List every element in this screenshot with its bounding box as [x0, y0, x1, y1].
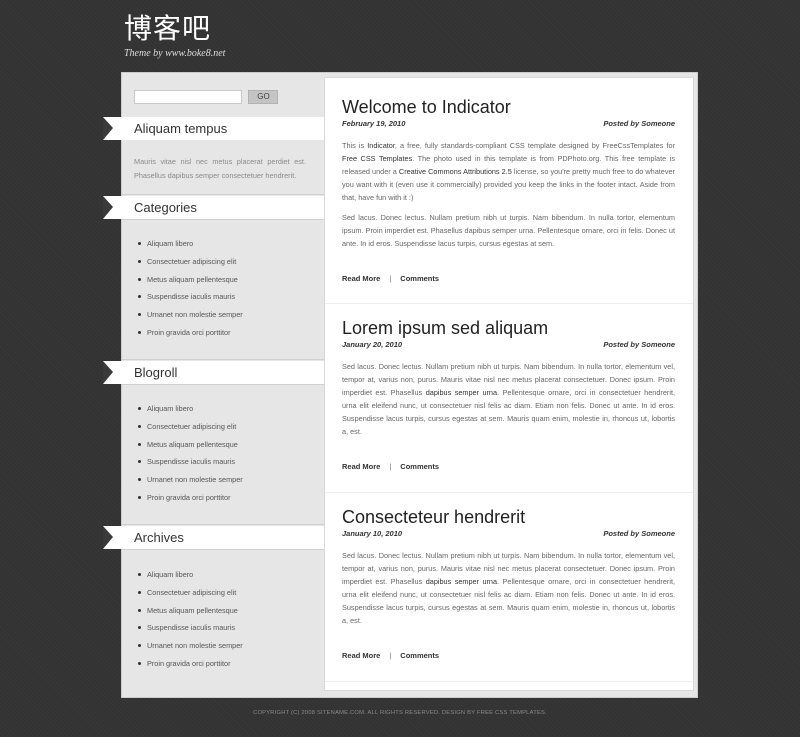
post-paragraph: This is Indicator, a free, fully standar…	[342, 139, 675, 204]
widget-title-blogroll: Blogroll	[103, 361, 324, 384]
post-links: Read More | Comments	[342, 274, 439, 283]
widget-title-about: Aliquam tempus	[103, 117, 324, 140]
category-link[interactable]: Aliquam libero	[138, 239, 243, 257]
post: Welcome to Indicator February 19, 2010 P…	[342, 96, 675, 283]
blogroll-link[interactable]: Proin gravida orci porttitor	[138, 493, 243, 511]
strong-text: Indicator	[367, 141, 395, 150]
categories-list: Aliquam libero Consectetuer adipiscing e…	[138, 239, 243, 346]
category-link[interactable]: Urnanet non molestie semper	[138, 310, 243, 328]
widget-title-archives: Archives	[103, 526, 324, 549]
blogroll-link[interactable]: Consectetuer adipiscing elit	[138, 422, 243, 440]
post-divider	[325, 681, 693, 682]
archives-list: Aliquam libero Consectetuer adipiscing e…	[138, 570, 243, 677]
link-separator: |	[389, 274, 392, 283]
link-separator: |	[389, 651, 392, 660]
text: , a free, fully standards-compliant CSS …	[394, 141, 676, 150]
page-container: GO Aliquam tempus Mauris vitae nisl nec …	[103, 72, 698, 698]
tab-notch	[103, 526, 113, 549]
post-divider	[325, 303, 693, 304]
post-meta: January 20, 2010 Posted by Someone	[342, 340, 675, 352]
site-title[interactable]: 博客吧	[124, 12, 225, 46]
post-body: This is Indicator, a free, fully standar…	[342, 139, 675, 250]
strong-text: Free CSS Templates	[342, 154, 413, 163]
post-author: Posted by Someone	[603, 529, 675, 538]
comments-link[interactable]: Comments	[400, 274, 439, 283]
archive-link[interactable]: Proin gravida orci porttitor	[138, 659, 243, 677]
post-title[interactable]: Consecteteur hendrerit	[342, 506, 675, 528]
archive-link[interactable]: Consectetuer adipiscing elit	[138, 588, 243, 606]
widget-divider	[122, 359, 324, 360]
widget-divider	[122, 219, 324, 220]
blogroll-list: Aliquam libero Consectetuer adipiscing e…	[138, 404, 243, 511]
post-meta: January 10, 2010 Posted by Someone	[342, 529, 675, 541]
blogroll-link[interactable]: Aliquam libero	[138, 404, 243, 422]
widget-title-text: Archives	[134, 530, 184, 545]
site-subtitle: Theme by www.boke8.net	[124, 48, 226, 59]
search-button[interactable]: GO	[248, 90, 279, 104]
tab-notch	[103, 361, 113, 384]
text: This is	[342, 141, 368, 150]
comments-link[interactable]: Comments	[400, 462, 439, 471]
widget-divider	[122, 524, 324, 525]
strong-text: dapibus semper urna	[425, 577, 498, 586]
post-author: Posted by Someone	[603, 340, 675, 349]
read-more-link[interactable]: Read More	[342, 651, 380, 660]
about-text: Mauris vitae nisl nec metus placerat per…	[134, 157, 306, 180]
post-paragraph: Sed lacus. Donec lectus. Nullam pretium …	[342, 360, 675, 438]
main-content: Welcome to Indicator February 19, 2010 P…	[324, 77, 694, 691]
strong-text: dapibus semper urna	[425, 388, 498, 397]
archive-link[interactable]: Urnanet non molestie semper	[138, 641, 243, 659]
post-body: Sed lacus. Donec lectus. Nullam pretium …	[342, 360, 675, 438]
site-logo[interactable]: 博客吧 Theme by www.boke8.net	[124, 12, 225, 59]
widget-divider	[122, 194, 324, 195]
archive-link[interactable]: Metus aliquam pellentesque	[138, 606, 243, 624]
post-paragraph: Sed lacus. Donec lectus. Nullam pretium …	[342, 213, 675, 248]
widget-title-text: Blogroll	[134, 365, 178, 380]
category-link[interactable]: Metus aliquam pellentesque	[138, 275, 243, 293]
widget-divider	[122, 549, 324, 550]
post-title[interactable]: Lorem ipsum sed aliquam	[342, 317, 675, 339]
strong-text: Creative Commons Attributions 2.5	[398, 167, 512, 176]
archive-link[interactable]: Suspendisse iaculis mauris	[138, 623, 243, 641]
tab-notch	[103, 117, 113, 140]
post-links: Read More | Comments	[342, 462, 439, 471]
post: Consecteteur hendrerit January 10, 2010 …	[342, 506, 675, 660]
post-date: January 10, 2010	[342, 529, 403, 538]
post-date: February 19, 2010	[342, 119, 406, 128]
sidebar: GO Aliquam tempus Mauris vitae nisl nec …	[103, 73, 324, 697]
blogroll-link[interactable]: Metus aliquam pellentesque	[138, 440, 243, 458]
search-form: GO	[134, 90, 279, 108]
read-more-link[interactable]: Read More	[342, 462, 380, 471]
category-link[interactable]: Proin gravida orci porttitor	[138, 328, 243, 346]
footer-copyright: COPYRIGHT (C) 2008 SITENAME.COM. ALL RIG…	[253, 710, 547, 716]
blogroll-link[interactable]: Urnanet non molestie semper	[138, 475, 243, 493]
post-date: January 20, 2010	[342, 340, 403, 349]
post: Lorem ipsum sed aliquam January 20, 2010…	[342, 317, 675, 471]
widget-divider	[122, 384, 324, 385]
tab-notch	[103, 196, 113, 219]
comments-link[interactable]: Comments	[400, 651, 439, 660]
widget-title-text: Aliquam tempus	[134, 121, 228, 136]
post-meta: February 19, 2010 Posted by Someone	[342, 119, 675, 131]
post-body: Sed lacus. Donec lectus. Nullam pretium …	[342, 549, 675, 627]
post-paragraph: Sed lacus. Donec lectus. Nullam pretium …	[342, 549, 675, 627]
link-separator: |	[389, 462, 392, 471]
archive-link[interactable]: Aliquam libero	[138, 570, 243, 588]
post-divider	[325, 492, 693, 493]
category-link[interactable]: Consectetuer adipiscing elit	[138, 257, 243, 275]
widget-title-text: Categories	[134, 200, 197, 215]
post-links: Read More | Comments	[342, 651, 439, 660]
search-input[interactable]	[134, 90, 242, 104]
widget-title-categories: Categories	[103, 196, 324, 219]
post-author: Posted by Someone	[603, 119, 675, 128]
blogroll-link[interactable]: Suspendisse iaculis mauris	[138, 457, 243, 475]
read-more-link[interactable]: Read More	[342, 274, 380, 283]
post-title[interactable]: Welcome to Indicator	[342, 96, 675, 118]
category-link[interactable]: Suspendisse iaculis mauris	[138, 292, 243, 310]
